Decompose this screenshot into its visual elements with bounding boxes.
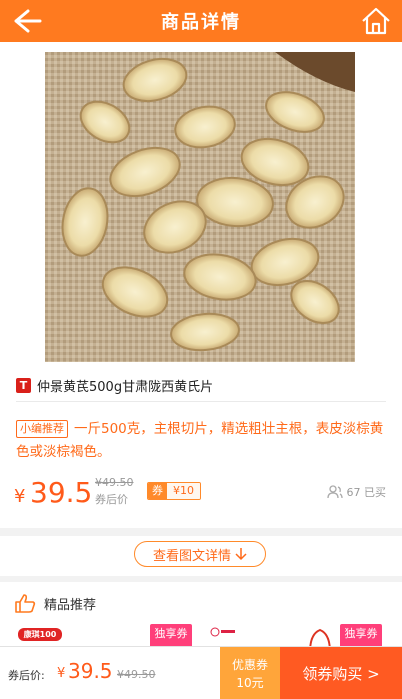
product-title-row: T 仲景黄芪500g甘肃陇西黄氏片 bbox=[16, 374, 386, 396]
editor-recommend-tag: 小编推荐 bbox=[16, 420, 68, 438]
thumbs-up-icon bbox=[15, 594, 36, 613]
recommend-header: 精品推荐 bbox=[14, 592, 96, 614]
view-details-label: 查看图文详情 bbox=[152, 548, 231, 564]
arrow-left-icon[interactable] bbox=[10, 7, 44, 35]
coupon-price: 39.5 bbox=[30, 476, 93, 509]
product-description: 小编推荐 一斤500克，主根切片，精选粗壮主根，表皮淡棕黄色或淡棕褐色。 bbox=[16, 418, 384, 464]
coupon-button-label: 优惠券 bbox=[231, 657, 268, 672]
brand-logo[interactable]: 康琪100 bbox=[18, 628, 62, 641]
product-image[interactable] bbox=[45, 52, 355, 362]
recommend-title: 精品推荐 bbox=[44, 597, 97, 613]
page-title: 商品详情 bbox=[161, 12, 241, 33]
arrow-down-icon bbox=[235, 548, 247, 561]
coupon-label: 券 bbox=[148, 483, 167, 499]
bottom-bar: 券后价: ¥ 39.5 ¥49.50 优惠券 10元 领券购买 > bbox=[0, 646, 402, 699]
buy-with-coupon-button[interactable]: 领券购买 > bbox=[280, 647, 402, 699]
bottom-currency: ¥ bbox=[57, 666, 66, 681]
bottom-after-coupon-label: 券后价: bbox=[8, 669, 45, 682]
coupon-value: ¥10 bbox=[167, 483, 200, 499]
product-card: T 仲景黄芪500g甘肃陇西黄氏片 小编推荐 一斤500克，主根切片，精选粗壮主根… bbox=[0, 42, 402, 528]
bottom-price: 39.5 bbox=[68, 659, 113, 683]
top-bar: 商品详情 bbox=[0, 0, 402, 42]
sold-text: 67 已买 bbox=[346, 486, 387, 499]
divider bbox=[16, 401, 386, 402]
tmall-badge-icon: T bbox=[16, 377, 31, 393]
view-details-button[interactable]: 查看图文详情 bbox=[134, 541, 266, 567]
coupon-button[interactable]: 优惠券 10元 bbox=[220, 647, 280, 699]
currency-symbol: ¥ bbox=[14, 486, 26, 507]
home-icon[interactable] bbox=[360, 5, 392, 37]
bottom-original-price: ¥49.50 bbox=[117, 668, 156, 681]
coupon-badge[interactable]: 券 ¥10 bbox=[147, 482, 201, 500]
after-coupon-label: 券后价 bbox=[95, 493, 128, 506]
description-text: 一斤500克，主根切片，精选粗壮主根，表皮淡棕黄色或淡棕褐色。 bbox=[16, 421, 384, 460]
detail-section: 查看图文详情 bbox=[0, 536, 402, 576]
exclusive-coupon-tag[interactable]: 独享券 bbox=[340, 624, 382, 648]
exclusive-coupon-tag[interactable]: 独享券 bbox=[150, 624, 192, 648]
price-row: ¥ 39.5 ¥49.50 券后价 券 ¥10 67 已买 bbox=[14, 476, 386, 516]
sold-count: 67 已买 bbox=[326, 484, 387, 500]
people-icon bbox=[326, 485, 343, 499]
coupon-button-value: 10元 bbox=[236, 675, 264, 690]
original-price: ¥49.50 bbox=[95, 476, 134, 489]
product-photo bbox=[45, 52, 355, 362]
product-name: 仲景黄芪500g甘肃陇西黄氏片 bbox=[37, 379, 214, 395]
